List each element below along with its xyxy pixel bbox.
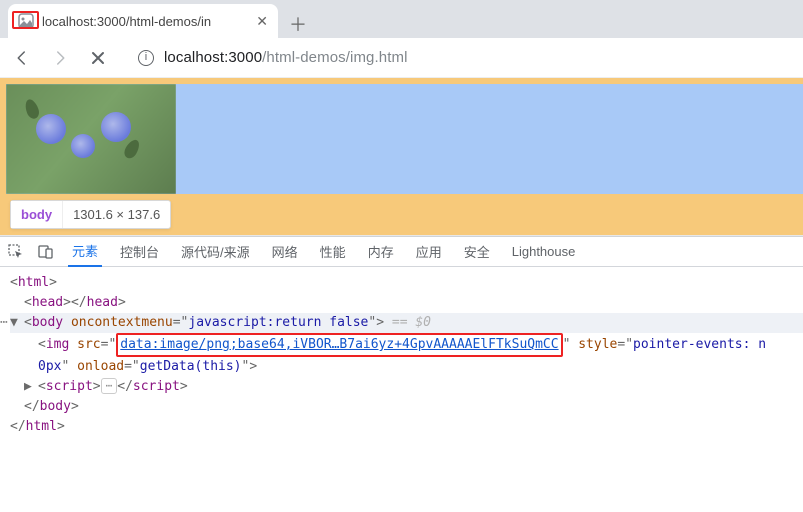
dom-line[interactable]: 0px" onload="getData(this)"> bbox=[10, 357, 803, 377]
url-host: localhost:3000 bbox=[164, 49, 262, 66]
expand-caret-icon[interactable]: ▼ bbox=[10, 313, 22, 333]
hover-tag: body bbox=[11, 201, 62, 228]
dom-line-selected[interactable]: ⋯ ▼ <body oncontextmenu="javascript:retu… bbox=[10, 313, 803, 333]
expand-caret-icon[interactable]: ▶ bbox=[24, 377, 36, 397]
stop-button[interactable] bbox=[88, 48, 108, 68]
close-icon[interactable]: ✕ bbox=[256, 13, 268, 30]
url-text: localhost:3000/html-demos/img.html bbox=[164, 49, 408, 66]
element-hover-badge: body 1301.6 × 137.6 bbox=[10, 200, 171, 229]
tab-performance[interactable]: 性能 bbox=[316, 237, 350, 267]
tab-console[interactable]: 控制台 bbox=[116, 237, 163, 267]
dom-line[interactable]: </body> bbox=[10, 397, 803, 417]
tab-title: localhost:3000/html-demos/in bbox=[42, 14, 248, 29]
tab-memory[interactable]: 内存 bbox=[364, 237, 398, 267]
hover-dimensions: 1301.6 × 137.6 bbox=[62, 201, 170, 228]
preview-image bbox=[6, 84, 176, 194]
tab-security[interactable]: 安全 bbox=[460, 237, 494, 267]
devtools-tabbar: 元素 控制台 源代码/来源 网络 性能 内存 应用 安全 Lighthouse bbox=[0, 237, 803, 267]
tab-sources[interactable]: 源代码/来源 bbox=[177, 237, 254, 267]
site-info-icon[interactable]: i bbox=[138, 50, 154, 66]
dom-line[interactable]: <img src="data:image/png;base64,iVBOR…B7… bbox=[10, 333, 803, 357]
body-overlay bbox=[6, 84, 803, 194]
browser-tab[interactable]: localhost:3000/html-demos/in ✕ bbox=[8, 4, 278, 38]
tab-application[interactable]: 应用 bbox=[412, 237, 446, 267]
collapsed-badge[interactable]: ⋯ bbox=[101, 378, 118, 394]
inspect-icon[interactable] bbox=[8, 244, 24, 260]
tab-elements[interactable]: 元素 bbox=[68, 237, 102, 267]
elements-panel[interactable]: <html> <head></head> ⋯ ▼ <body oncontext… bbox=[0, 267, 803, 447]
dom-line[interactable]: <html> bbox=[10, 273, 803, 293]
highlight-box: data:image/png;base64,iVBOR…B7ai6yz+4Gpv… bbox=[116, 333, 562, 357]
dom-line[interactable]: <head></head> bbox=[10, 293, 803, 313]
dom-line[interactable]: </html> bbox=[10, 417, 803, 437]
favicon-icon bbox=[18, 13, 34, 29]
address-bar[interactable]: i localhost:3000/html-demos/img.html bbox=[126, 43, 486, 73]
new-tab-button[interactable]: ＋ bbox=[284, 10, 312, 38]
gutter-dots-icon: ⋯ bbox=[0, 313, 8, 333]
toolbar: i localhost:3000/html-demos/img.html bbox=[0, 38, 803, 78]
forward-button[interactable] bbox=[50, 48, 70, 68]
url-path: /html-demos/img.html bbox=[262, 49, 407, 66]
data-uri-link[interactable]: data:image/png;base64,iVBOR…B7ai6yz+4Gpv… bbox=[120, 337, 558, 352]
tab-strip: localhost:3000/html-demos/in ✕ ＋ bbox=[0, 0, 803, 38]
device-mode-icon[interactable] bbox=[38, 244, 54, 260]
page-preview: body 1301.6 × 137.6 bbox=[0, 78, 803, 236]
back-button[interactable] bbox=[12, 48, 32, 68]
dom-line[interactable]: ▶ <script>⋯</script> bbox=[10, 377, 803, 397]
tab-network[interactable]: 网络 bbox=[268, 237, 302, 267]
tab-lighthouse[interactable]: Lighthouse bbox=[508, 237, 580, 267]
devtools: 元素 控制台 源代码/来源 网络 性能 内存 应用 安全 Lighthouse … bbox=[0, 236, 803, 447]
